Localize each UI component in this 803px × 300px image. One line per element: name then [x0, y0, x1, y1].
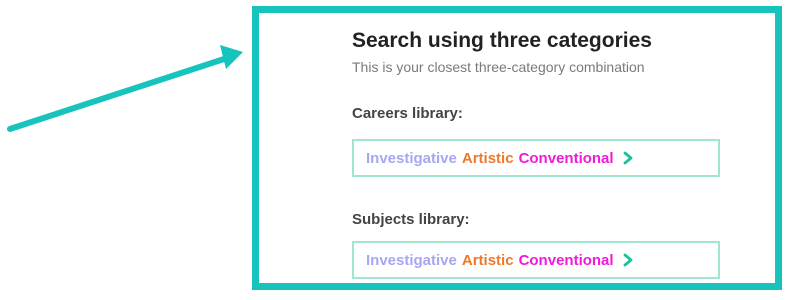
category-artistic: Artistic [461, 149, 514, 167]
panel-subtitle: This is your closest three-category comb… [352, 59, 645, 75]
screenshot-stage: Search using three categories This is yo… [0, 0, 803, 300]
category-search-panel: Search using three categories This is yo… [252, 6, 782, 290]
category-investigative: Investigative [366, 251, 457, 269]
panel-title: Search using three categories [352, 29, 652, 52]
subjects-library-label: Subjects library: [352, 211, 470, 228]
category-investigative: Investigative [366, 149, 457, 167]
category-artistic: Artistic [461, 251, 514, 269]
chevron-right-icon [622, 253, 634, 267]
category-conventional: Conventional [518, 149, 614, 167]
subjects-combination-link[interactable]: Investigative Artistic Conventional [352, 241, 720, 279]
category-conventional: Conventional [518, 251, 614, 269]
chevron-right-icon [622, 151, 634, 165]
careers-combination-link[interactable]: Investigative Artistic Conventional [352, 139, 720, 177]
careers-library-label: Careers library: [352, 105, 463, 122]
